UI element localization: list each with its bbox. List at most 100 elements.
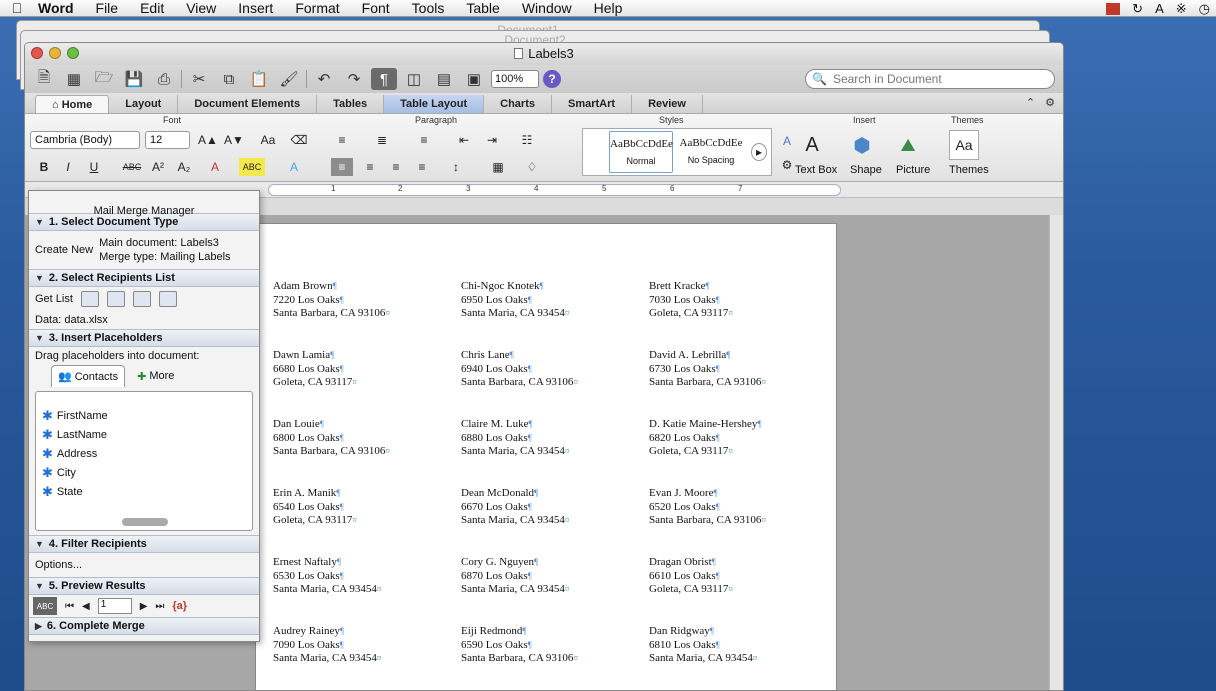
menu-insert[interactable]: Insert	[227, 0, 284, 16]
picture-label[interactable]: Picture	[896, 164, 930, 176]
menu-help[interactable]: Help	[583, 0, 634, 16]
mailing-label[interactable]: Claire M. Luke¶ 6880 Los Oaks¶ Santa Maria…	[461, 418, 569, 459]
mailing-label[interactable]: Cory G. Nguyen¶ 6870 Los Oaks¶ Santa Maria…	[461, 556, 569, 597]
italic-icon[interactable]: I	[59, 158, 77, 176]
subscript-icon[interactable]: A₂	[175, 158, 193, 176]
previous-record-icon[interactable]: ◀	[82, 601, 90, 612]
tab-charts[interactable]: Charts	[484, 95, 552, 113]
menu-font[interactable]: Font	[351, 0, 401, 16]
themes-icon[interactable]: Aa	[949, 130, 979, 160]
menu-view[interactable]: View	[175, 0, 227, 16]
mailing-label[interactable]: D. Katie Maine-Hershey¶ 6820 Los Oaks¶ Gol…	[649, 418, 762, 459]
mailing-label[interactable]: Erin A. Manik¶ 6540 Los Oaks¶ Goleta, CA 9…	[273, 487, 357, 528]
zoom-select[interactable]: 100%	[491, 70, 539, 88]
change-case-icon[interactable]: Aa	[253, 131, 283, 149]
tab-contacts[interactable]: 👥 Contacts	[51, 365, 126, 387]
remove-list-icon[interactable]	[158, 291, 177, 307]
font-name-field[interactable]: Cambria (Body)	[30, 131, 140, 149]
placeholder-address[interactable]: ✱ Address	[36, 444, 252, 463]
shrink-font-icon[interactable]: A▼	[223, 131, 245, 149]
mailing-label[interactable]: Dean McDonald¶ 6670 Los Oaks¶ Santa Maria,…	[461, 487, 569, 528]
font-size-field[interactable]: 12	[145, 131, 190, 149]
search-field[interactable]: 🔍 Search in Document	[805, 69, 1055, 89]
mailing-label[interactable]: Adam Brown¶ 7220 Los Oaks¶ Santa Barbara, …	[273, 280, 390, 321]
address-book-icon[interactable]	[80, 291, 99, 307]
text-box-icon[interactable]: A	[797, 130, 827, 160]
undo-icon[interactable]: ↶	[311, 68, 337, 90]
tab-home[interactable]: ⌂ Home	[35, 95, 110, 113]
superscript-icon[interactable]: A²	[149, 158, 167, 176]
menu-app[interactable]: Word	[34, 0, 85, 16]
section-complete-merge[interactable]: ▶ 6. Complete Merge	[29, 617, 259, 635]
edit-list-icon[interactable]	[106, 291, 125, 307]
mailing-label[interactable]: Ernest Naftaly¶ 6530 Los Oaks¶ Santa Maria…	[273, 556, 381, 597]
tab-more[interactable]: ✚ More	[131, 365, 180, 387]
copy-icon[interactable]: ⧉	[216, 68, 242, 90]
mailing-label[interactable]: Audrey Rainey¶ 7090 Los Oaks¶ Santa Maria,…	[273, 625, 381, 666]
style-settings-icon[interactable]: ⚙	[777, 156, 797, 174]
shading-icon[interactable]: ♢	[521, 158, 543, 176]
format-painter-icon[interactable]: 🖌	[276, 68, 302, 90]
save-icon[interactable]: 💾	[121, 68, 147, 90]
menu-table[interactable]: Table	[455, 0, 510, 16]
strikethrough-icon[interactable]: ABC	[121, 158, 143, 176]
section-insert-placeholders[interactable]: ▼ 3. Insert Placeholders	[29, 329, 259, 347]
multilevel-list-icon[interactable]: ≡	[413, 131, 435, 149]
mailing-label[interactable]: Chris Lane¶ 6940 Los Oaks¶ Santa Barbara, …	[461, 349, 578, 390]
paste-icon[interactable]: 📋	[246, 68, 272, 90]
align-left-icon[interactable]: ≡	[331, 158, 353, 176]
record-icon[interactable]	[1106, 2, 1121, 15]
themes-label[interactable]: Themes	[949, 164, 989, 176]
time-machine-icon[interactable]: ◷	[1199, 1, 1210, 17]
highlight-icon[interactable]: ABC	[239, 158, 265, 176]
options-button[interactable]: Options...	[29, 553, 259, 577]
menu-format[interactable]: Format	[284, 0, 350, 16]
create-new-button[interactable]: Create New	[35, 244, 93, 256]
redo-icon[interactable]: ↷	[341, 68, 367, 90]
mailing-label[interactable]: David A. Lebrilla¶ 6730 Los Oaks¶ Santa Ba…	[649, 349, 766, 390]
bold-icon[interactable]: B	[35, 158, 53, 176]
open-icon[interactable]: 🗁	[91, 68, 117, 90]
view-merged-data-icon[interactable]: ABC	[33, 597, 57, 615]
quick-styles-icon[interactable]: A	[777, 132, 797, 150]
style-no-spacing[interactable]: AaBbCcDdEe No Spacing	[679, 131, 743, 173]
tab-document-elements[interactable]: Document Elements	[178, 95, 318, 113]
shape-label[interactable]: Shape	[850, 164, 882, 176]
first-record-icon[interactable]: ⏮	[65, 601, 74, 612]
clear-formatting-icon[interactable]: ⌫	[289, 131, 309, 149]
mailing-label[interactable]: Chi-Ngoc Knotek¶ 6950 Los Oaks¶ Santa Mari…	[461, 280, 569, 321]
edit-data-icon[interactable]	[132, 291, 151, 307]
grow-font-icon[interactable]: A▲	[197, 131, 219, 149]
menu-window[interactable]: Window	[511, 0, 583, 16]
scroll-down-icon[interactable]	[122, 518, 168, 526]
mailing-label[interactable]: Eiji Redmond¶ 6590 Los Oaks¶ Santa Barbara…	[461, 625, 578, 666]
sync-icon[interactable]: ↻	[1132, 1, 1143, 17]
justify-icon[interactable]: ≡	[411, 158, 433, 176]
line-spacing-icon[interactable]: ↕	[443, 158, 469, 176]
underline-icon[interactable]: U	[85, 158, 103, 176]
mailing-label[interactable]: Dragan Obrist¶ 6610 Los Oaks¶ Goleta, CA 9…	[649, 556, 733, 597]
mailing-label[interactable]: Dawn Lamia¶ 6680 Los Oaks¶ Goleta, CA 9311…	[273, 349, 357, 390]
align-right-icon[interactable]: ≡	[385, 158, 407, 176]
text-effects-icon[interactable]: A	[281, 158, 307, 176]
tab-table-layout[interactable]: Table Layout	[384, 95, 485, 113]
collapse-ribbon-icon[interactable]: ⌃	[1026, 96, 1035, 109]
next-record-icon[interactable]: ▶	[140, 601, 148, 612]
section-select-recipients[interactable]: ▼ 2. Select Recipients List	[29, 269, 259, 287]
sidebar-icon[interactable]: ◫	[401, 68, 427, 90]
vertical-scrollbar[interactable]	[1049, 215, 1063, 690]
decrease-indent-icon[interactable]: ⇤	[453, 131, 475, 149]
document-page[interactable]: Adam Brown¶ 7220 Los Oaks¶ Santa Barbara, …	[255, 223, 837, 690]
gallery-icon[interactable]: ▦	[61, 68, 87, 90]
cut-icon[interactable]: ✂	[186, 68, 212, 90]
last-record-icon[interactable]: ⏭	[155, 601, 164, 612]
placeholder-lastname[interactable]: ✱ LastName	[36, 425, 252, 444]
menu-file[interactable]: File	[85, 0, 130, 16]
mailing-label[interactable]: Dan Ridgway¶ 6810 Los Oaks¶ Santa Maria, C…	[649, 625, 757, 666]
horizontal-ruler[interactable]: 1 2 3 4 5 6 7	[268, 184, 841, 196]
increase-indent-icon[interactable]: ⇥	[481, 131, 503, 149]
shape-icon[interactable]: ⬢	[847, 130, 877, 160]
placeholder-state[interactable]: ✱ State	[36, 482, 252, 501]
apple-icon[interactable]: 	[0, 0, 34, 16]
tab-review[interactable]: Review	[632, 95, 703, 113]
